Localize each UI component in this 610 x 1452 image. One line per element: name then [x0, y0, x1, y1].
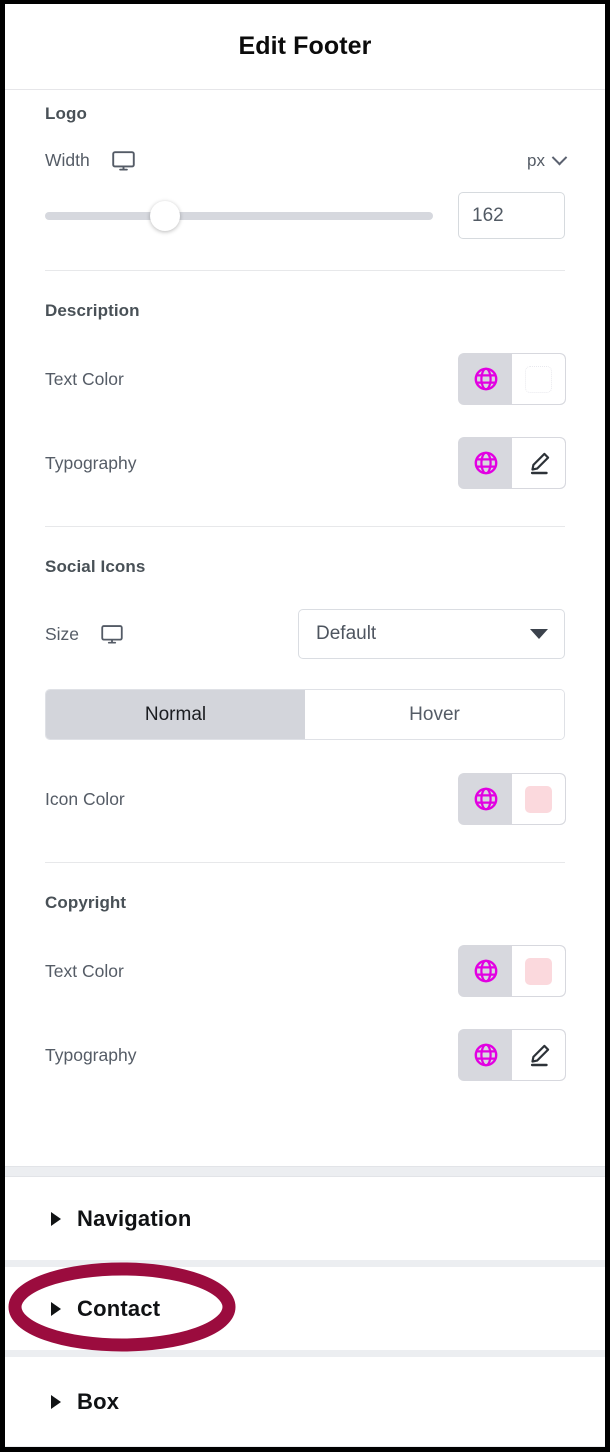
row-copyright-text-color: Text Color: [45, 946, 565, 996]
screenshot-frame: Edit Footer Logo Width px 162 Descriptio…: [0, 0, 610, 1452]
section-heading-social-icons: Social Icons: [45, 557, 146, 576]
tab-hover[interactable]: Hover: [305, 690, 564, 739]
size-label-text: Size: [45, 623, 80, 644]
row-description-typography: Typography: [45, 438, 565, 488]
social-icons-size-value: Default: [316, 623, 377, 644]
color-swatch-empty: [525, 365, 552, 393]
row-label-description-typography: Typography: [45, 452, 137, 473]
accordion-label: Navigation: [77, 1205, 192, 1231]
slider-thumb[interactable]: [150, 200, 181, 231]
section-heading-logo: Logo: [45, 104, 87, 123]
social-icon-color-swatch[interactable]: [512, 774, 565, 824]
page-title: Edit Footer: [238, 32, 372, 60]
panel-header: Edit Footer: [5, 4, 605, 90]
triangle-right-icon: [51, 1394, 61, 1409]
edit-footer-panel: Edit Footer Logo Width px 162 Descriptio…: [5, 4, 605, 1447]
row-social-icon-color: Icon Color: [45, 774, 565, 824]
chevron-down-icon: [551, 149, 568, 166]
unit-select-px[interactable]: px: [527, 149, 568, 171]
row-label-width: Width: [45, 150, 135, 171]
accordion-item-navigation[interactable]: Navigation: [5, 1177, 605, 1267]
row-copyright-typography: Typography: [45, 1030, 565, 1080]
width-slider[interactable]: [45, 200, 433, 231]
row-logo-width: Width px: [45, 149, 568, 171]
section-heading-description: Description: [45, 301, 140, 320]
row-label-copyright-text-color: Text Color: [45, 960, 124, 981]
panel-section-separator: [5, 1166, 605, 1177]
desktop-monitor-icon[interactable]: [111, 150, 135, 171]
copyright-text-color-swatch[interactable]: [512, 946, 565, 996]
desktop-monitor-icon[interactable]: [101, 624, 123, 644]
accordion-list: Navigation Contact Box: [5, 1177, 605, 1447]
color-swatch: [525, 957, 552, 985]
caret-down-icon: [530, 629, 548, 639]
tab-normal[interactable]: Normal: [46, 690, 305, 739]
row-logo-width-slider: 162: [45, 192, 565, 239]
description-text-color-swatch[interactable]: [512, 354, 565, 404]
social-icons-state-tabs[interactable]: Normal Hover: [45, 689, 565, 740]
copyright-typography-control[interactable]: [459, 1030, 565, 1080]
accordion-label: Contact: [77, 1295, 161, 1321]
width-label-text: Width: [45, 150, 90, 170]
triangle-right-icon: [51, 1301, 61, 1316]
row-label-icon-color: Icon Color: [45, 788, 125, 809]
globe-icon[interactable]: [459, 1030, 512, 1080]
pencil-icon[interactable]: [512, 438, 565, 488]
globe-icon[interactable]: [459, 774, 512, 824]
social-icon-color-control[interactable]: [459, 774, 565, 824]
row-label-description-text-color: Text Color: [45, 368, 124, 389]
description-typography-control[interactable]: [459, 438, 565, 488]
accordion-label: Box: [77, 1388, 120, 1414]
row-description-text-color: Text Color: [45, 354, 565, 404]
description-text-color-control[interactable]: [459, 354, 565, 404]
social-icons-size-dropdown[interactable]: Default: [298, 609, 565, 659]
copyright-text-color-control[interactable]: [459, 946, 565, 996]
globe-icon[interactable]: [459, 438, 512, 488]
unit-select-value: px: [527, 150, 545, 170]
accordion-item-box[interactable]: Box: [5, 1357, 605, 1447]
row-social-icons-size: Size Default: [45, 609, 565, 659]
row-label-copyright-typography: Typography: [45, 1044, 137, 1065]
width-number-value: 162: [472, 204, 504, 226]
globe-icon[interactable]: [459, 946, 512, 996]
slider-track: [45, 211, 433, 220]
color-swatch: [525, 785, 552, 813]
triangle-right-icon: [51, 1211, 61, 1226]
pencil-icon[interactable]: [512, 1030, 565, 1080]
accordion-item-contact[interactable]: Contact: [5, 1267, 605, 1357]
globe-icon[interactable]: [459, 354, 512, 404]
settings-content[interactable]: Logo Width px 162 Description Text Color…: [5, 90, 605, 1166]
row-label-social-size: Size: [45, 624, 123, 645]
section-heading-copyright: Copyright: [45, 893, 127, 912]
width-number-input[interactable]: 162: [458, 192, 565, 239]
